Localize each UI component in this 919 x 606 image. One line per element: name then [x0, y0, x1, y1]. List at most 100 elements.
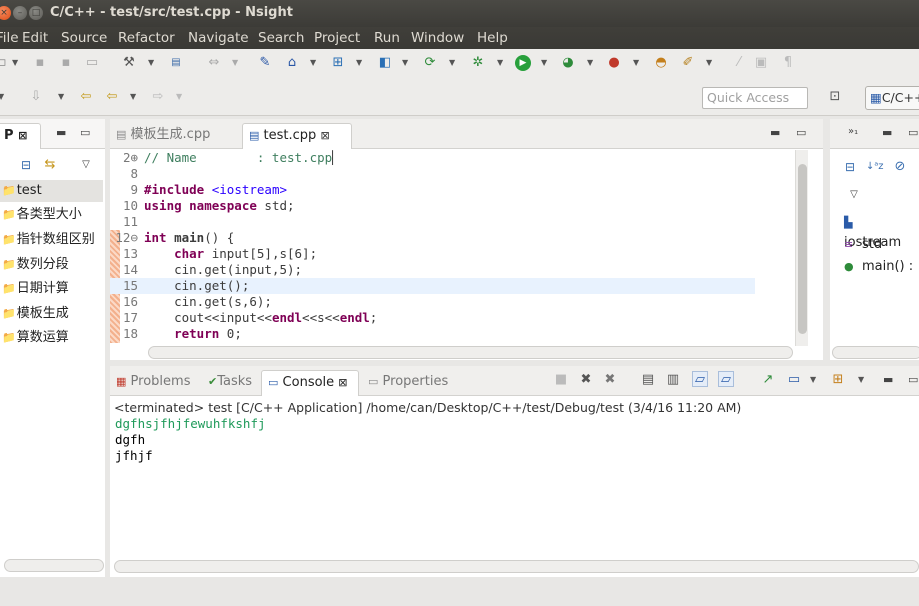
minimize-window-button[interactable]: –: [13, 6, 27, 20]
profile-icon[interactable]: ◕: [560, 55, 576, 71]
link-with-editor-icon[interactable]: ⇆: [42, 157, 58, 173]
project-item-template-gen[interactable]: 📁模板生成: [0, 303, 103, 325]
run-icon[interactable]: ▶: [515, 55, 531, 71]
collapse-all-icon[interactable]: ⊟: [18, 157, 34, 173]
terminate-icon[interactable]: ■: [553, 372, 569, 388]
build-hammer-icon[interactable]: ⚒: [121, 55, 137, 71]
minimize-view-icon[interactable]: ▬: [770, 126, 780, 139]
maximize-view-icon[interactable]: ▭: [80, 126, 90, 139]
search-pencil-icon[interactable]: ✐: [680, 55, 696, 71]
menu-project[interactable]: Project: [314, 30, 360, 46]
new-icon[interactable]: ▫: [0, 55, 10, 71]
project-item-pointer-array[interactable]: 📁指针数组区别: [0, 229, 103, 251]
forward-dropdown-icon[interactable]: ▼: [176, 89, 184, 105]
editor-vscroll-thumb[interactable]: [798, 164, 807, 334]
display-console-dropdown-icon[interactable]: ▼: [810, 372, 818, 388]
menu-edit[interactable]: Edit: [22, 30, 48, 46]
project-explorer-hscrollbar[interactable]: [4, 559, 104, 572]
code-editor[interactable]: 2⊕ // Name : test.cpp▏ 8 9 #include <iostr…: [110, 150, 795, 346]
project-item-date-calc[interactable]: 📁日期计算: [0, 278, 103, 300]
sort-icon[interactable]: ↓ᵃz: [866, 159, 884, 175]
maximize-view-icon[interactable]: ▭: [908, 126, 918, 139]
show-on-output-icon[interactable]: ▱: [718, 371, 734, 387]
next-annotation-dropdown-icon[interactable]: ▼: [58, 89, 66, 105]
debug-dropdown-icon[interactable]: ▼: [497, 55, 505, 71]
more-views-icon[interactable]: »₁: [848, 126, 858, 137]
toggle-mark-icon[interactable]: ▣: [753, 55, 769, 71]
menu-refactor[interactable]: Refactor: [118, 30, 175, 46]
binary-icon[interactable]: ▤: [168, 55, 184, 71]
maximize-window-button[interactable]: □: [29, 6, 43, 20]
maximize-view-icon[interactable]: ▭: [908, 373, 918, 386]
project-item-test[interactable]: 📁test: [0, 180, 103, 202]
print-icon[interactable]: ▭: [84, 55, 100, 71]
debug-bug-icon[interactable]: ✲: [470, 55, 486, 71]
view-menu-icon[interactable]: ▽: [78, 157, 94, 173]
tab-problems[interactable]: ▦ Problems: [110, 370, 200, 396]
outline-item-function[interactable]: ● main() :: [844, 257, 913, 277]
hide-fields-icon[interactable]: ⊘: [892, 159, 908, 175]
project-item-type-sizes[interactable]: 📁各类型大小: [0, 204, 103, 226]
build-dropdown-icon[interactable]: ▼: [148, 55, 156, 71]
annotation-icon[interactable]: ⁄: [731, 55, 747, 71]
refresh-dropdown-icon[interactable]: ▼: [449, 55, 457, 71]
clear-console-icon[interactable]: ▤: [640, 372, 656, 388]
back-dropdown-icon[interactable]: ▼: [130, 89, 138, 105]
quick-access-input[interactable]: Quick Access: [702, 87, 808, 109]
tab-tasks[interactable]: ✔Tasks: [202, 370, 266, 396]
perspective-button[interactable]: ▦C/C++: [865, 86, 919, 110]
save-all-icon[interactable]: ▪: [58, 55, 74, 71]
tab-template-cpp[interactable]: ▤ 模板生成.cpp: [110, 123, 238, 149]
menu-navigate[interactable]: Navigate: [188, 30, 249, 46]
tab-console[interactable]: ▭ Console ⊠: [261, 370, 359, 396]
maximize-view-icon[interactable]: ▭: [796, 126, 806, 139]
link-icon[interactable]: ⇔: [206, 55, 222, 71]
tab-properties[interactable]: ▭ Properties: [362, 370, 456, 396]
external-tools-dropdown-icon[interactable]: ▼: [633, 55, 641, 71]
back-icon[interactable]: ⇦: [104, 89, 120, 105]
console-hscrollbar[interactable]: [114, 560, 919, 573]
next-annotation-icon[interactable]: ⇩: [28, 89, 44, 105]
new-folder-dropdown-icon[interactable]: ▼: [356, 55, 364, 71]
run-dropdown-icon[interactable]: ▼: [541, 55, 549, 71]
open-console-dropdown-icon[interactable]: ▼: [858, 372, 866, 388]
menu-file[interactable]: File: [0, 30, 19, 46]
search-dropdown-icon[interactable]: ▼: [706, 55, 714, 71]
tab-test-cpp[interactable]: ▤ test.cpp ⊠: [242, 123, 352, 149]
link-dropdown-icon[interactable]: ▼: [232, 55, 240, 71]
new-project-icon[interactable]: ⌂: [284, 55, 300, 71]
profile-dropdown-icon[interactable]: ▼: [587, 55, 595, 71]
tab-project-explorer[interactable]: P ⊠: [0, 123, 41, 149]
close-window-button[interactable]: ×: [0, 6, 11, 20]
save-icon[interactable]: ▪: [32, 55, 48, 71]
open-console-icon[interactable]: ⊞: [830, 372, 846, 388]
minimize-view-icon[interactable]: ▬: [883, 373, 893, 386]
refresh-icon[interactable]: ⟳: [422, 55, 438, 71]
editor-vscrollbar[interactable]: [795, 150, 808, 346]
project-item-arithmetic[interactable]: 📁算数运算: [0, 327, 103, 349]
minimize-view-icon[interactable]: ▬: [56, 126, 66, 139]
word-wrap-icon[interactable]: ▱: [692, 371, 708, 387]
menu-help[interactable]: Help: [477, 30, 508, 46]
close-tab-icon[interactable]: ⊠: [18, 129, 27, 142]
outline-item-namespace[interactable]: ≡ std: [844, 235, 882, 255]
display-console-icon[interactable]: ▭: [786, 372, 802, 388]
toolbar-dropdown-icon[interactable]: ▼: [0, 89, 6, 105]
scroll-lock-icon[interactable]: ▥: [665, 372, 681, 388]
last-edit-icon[interactable]: ⇦: [78, 89, 94, 105]
new-folder-icon[interactable]: ⊞: [330, 55, 346, 71]
menu-run[interactable]: Run: [374, 30, 400, 46]
forward-icon[interactable]: ⇨: [150, 89, 166, 105]
open-type-icon[interactable]: ◓: [653, 55, 669, 71]
paragraph-icon[interactable]: ¶: [780, 55, 796, 71]
project-item-sequence-split[interactable]: 📁数列分段: [0, 254, 103, 276]
pin-console-icon[interactable]: ↗: [760, 372, 776, 388]
editor-hscrollbar[interactable]: [148, 346, 793, 359]
menu-source[interactable]: Source: [61, 30, 107, 46]
new-dropdown-icon[interactable]: ▼: [12, 55, 20, 71]
remove-all-terminated-icon[interactable]: ✖: [602, 372, 618, 388]
debug-tool-icon[interactable]: ✎: [257, 55, 273, 71]
new-class-dropdown-icon[interactable]: ▼: [402, 55, 410, 71]
new-project-dropdown-icon[interactable]: ▼: [310, 55, 318, 71]
minimize-view-icon[interactable]: ▬: [882, 126, 892, 139]
